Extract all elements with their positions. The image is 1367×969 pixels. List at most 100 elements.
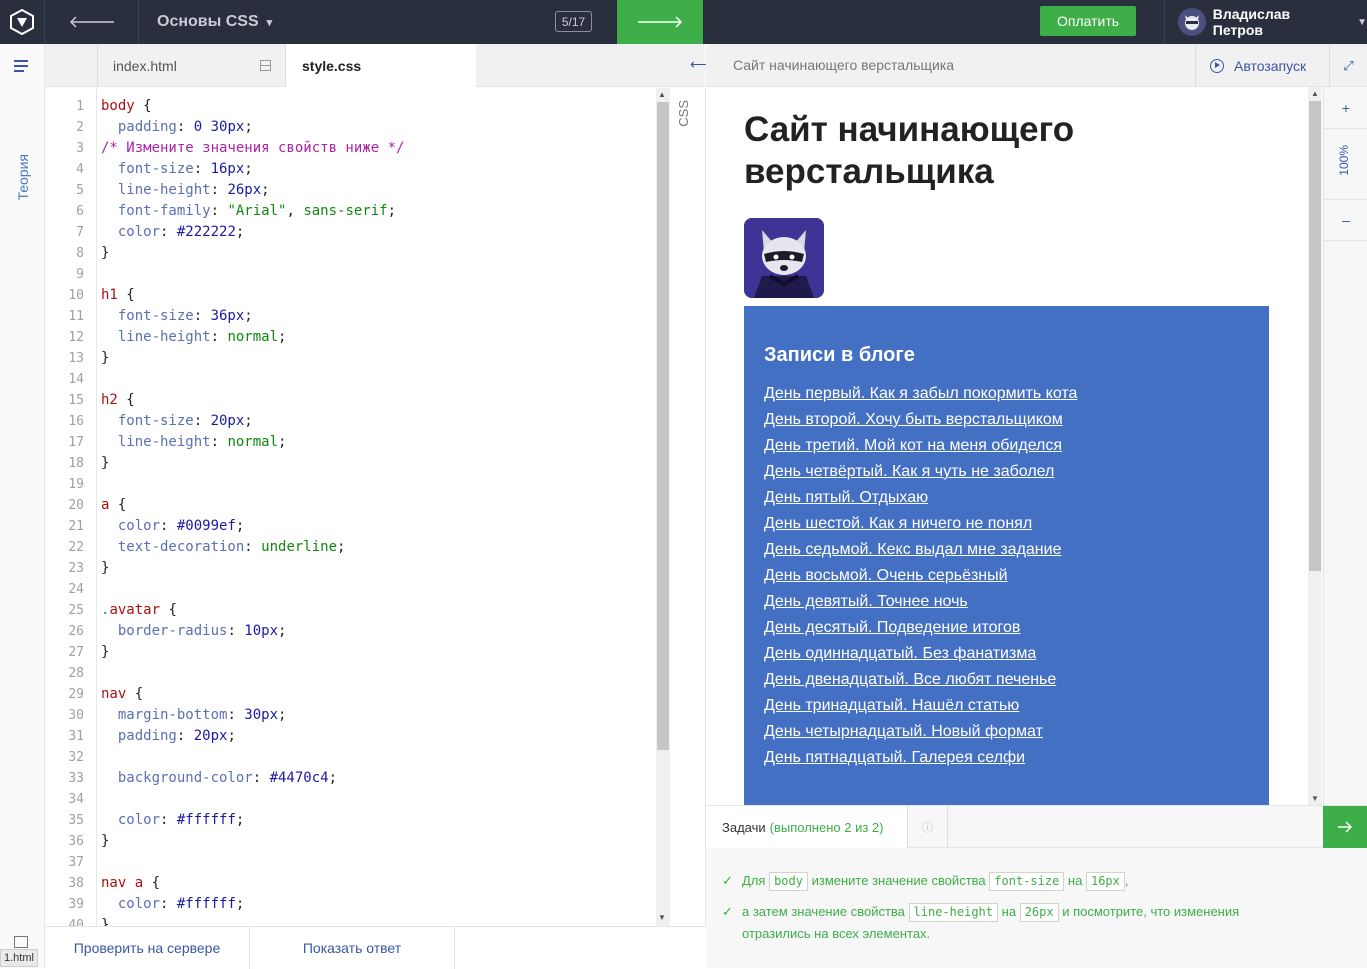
fullscreen-button[interactable]: ⤢ [1329,44,1367,87]
line-number: 1 [76,99,84,114]
code-line: padding: 0 30px; [117,119,253,135]
scrollbar-thumb[interactable] [657,102,669,750]
code-tag: body [769,872,808,891]
line-number: 6 [76,204,84,219]
blog-link[interactable]: День двенадцатый. Все любят печенье [764,667,1249,693]
blog-link[interactable]: День пятнадцатый. Галерея селфи [764,745,1249,771]
line-number: 33 [68,771,84,786]
code-line: margin-bottom: 30px; [117,707,287,723]
play-icon [1210,58,1224,73]
scroll-up-icon[interactable]: ▲ [1311,89,1319,98]
line-number: 21 [68,519,84,534]
pay-button[interactable]: Оплатить [1040,6,1136,36]
blog-link[interactable]: День второй. Хочу быть верстальщиком [764,407,1249,433]
blog-link[interactable]: День седьмой. Кекс выдал мне задание [764,537,1249,563]
autorun-label: Автозапуск [1234,57,1307,74]
scroll-up-icon[interactable]: ▲ [658,90,666,99]
file-icon[interactable] [14,936,28,948]
line-number: 16 [68,414,84,429]
show-answer-button[interactable]: Показать ответ [250,927,455,969]
arrow-left-icon [69,16,114,28]
raccoon-icon [1184,15,1199,30]
task-text: измените значение свойства [811,873,986,888]
code-line: font-size: 36px; [117,308,253,324]
blog-nav: Записи в блоге День первый. Как я забыл … [744,306,1269,805]
blog-link[interactable]: День пятый. Отдыхаю [764,485,1249,511]
line-number: 32 [68,750,84,765]
task-text: на [1001,904,1017,919]
code-line: border-radius: 10px; [117,623,287,639]
blog-link[interactable]: День тринадцатый. Нашёл статью [764,693,1249,719]
info-icon[interactable]: ⓘ [908,806,948,848]
avatar-image [744,218,824,298]
check-on-server-button[interactable]: Проверить на сервере [45,927,250,969]
code-tag: font-size [989,872,1065,891]
chevron-down-icon: ▼ [1357,16,1367,28]
next-task-button[interactable] [1323,806,1367,848]
line-number: 23 [68,561,84,576]
check-icon: ✓ [722,873,733,888]
tab-label: style.css [302,58,362,74]
nav-title: Записи в блоге [764,344,915,366]
blog-link[interactable]: День одиннадцатый. Без фанатизма [764,641,1249,667]
blog-link[interactable]: День восьмой. Очень серьёзный [764,563,1249,589]
code-line: line-height: 26px; [117,182,270,198]
code-line: .avatar { [101,602,177,618]
line-number: 13 [68,351,84,366]
preview-scrollbar[interactable]: ▲ ▼ [1308,87,1322,805]
line-number: 31 [68,729,84,744]
css-label: CSS [676,100,691,127]
line-number: 17 [68,435,84,450]
theory-tab[interactable]: Теория [15,154,31,201]
code-line: color: #222222; [117,224,245,240]
line-number: 2 [76,120,84,135]
menu-icon[interactable] [14,59,30,73]
tab-style-css[interactable]: style.css [286,44,476,88]
course-selector[interactable]: Основы CSS ▾ [157,0,272,44]
blog-link[interactable]: День десятый. Подведение итогов [764,615,1249,641]
preview-frame: Сайт начинающего верстальщика Записи в б… [706,87,1308,805]
tasks-done-count: (выполнено 2 из 2) [769,819,884,835]
line-number: 40 [68,918,84,926]
user-menu[interactable]: Владислав Петров ▼ [1164,0,1367,44]
editor-bottom-bar: Проверить на сервере Показать ответ [45,926,706,969]
blog-link[interactable]: День девятый. Точнее ночь [764,589,1249,615]
line-number: 8 [76,246,84,261]
code-line: } [101,455,110,471]
expand-icon: ⤢ [1343,57,1354,73]
logo[interactable] [0,0,45,44]
zoom-out-button[interactable]: – [1324,199,1367,241]
scroll-down-icon[interactable]: ▼ [658,913,666,922]
code-line: } [101,917,110,926]
editor-scrollbar[interactable]: ▲ ▼ [656,88,670,926]
code-editor[interactable]: body { padding: 0 30px; /* Измените значе… [97,88,655,926]
autorun-button[interactable]: Автозапуск [1195,44,1328,87]
line-number: 35 [68,813,84,828]
code-line: text-decoration: underline; [117,539,346,555]
tasks-tab[interactable]: Задачи (выполнено 2 из 2) [706,806,908,848]
next-button[interactable] [617,0,703,44]
code-line: } [101,644,110,660]
zoom-controls: + 100% – [1323,87,1367,805]
blog-link[interactable]: День третий. Мой кот на меня обиделся [764,433,1249,459]
chevron-down-icon: ▾ [266,16,273,29]
scroll-down-icon[interactable]: ▼ [1311,794,1319,803]
blog-link[interactable]: День четвёртый. Как я чуть не заболел [764,459,1249,485]
collapse-icon[interactable] [260,60,271,71]
tab-index-html[interactable]: index.html [97,44,286,87]
scrollbar-thumb[interactable] [1309,101,1321,571]
arrow-right-icon [638,16,683,28]
blog-link[interactable]: День четырнадцатый. Новый формат [764,719,1249,745]
code-line: } [101,833,110,849]
code-tag: 16px [1085,872,1125,891]
blog-link[interactable]: День первый. Как я забыл покормить кота [764,381,1249,407]
tasks-list: ✓ Для body измените значение свойства fo… [706,848,1367,968]
editor-tabs: index.html style.css [45,44,705,88]
line-number: 36 [68,834,84,849]
zoom-in-button[interactable]: + [1324,87,1367,129]
back-button[interactable] [45,0,139,44]
blog-link[interactable]: День шестой. Как я ничего не понял [764,511,1249,537]
code-tag: 26px [1019,903,1059,922]
